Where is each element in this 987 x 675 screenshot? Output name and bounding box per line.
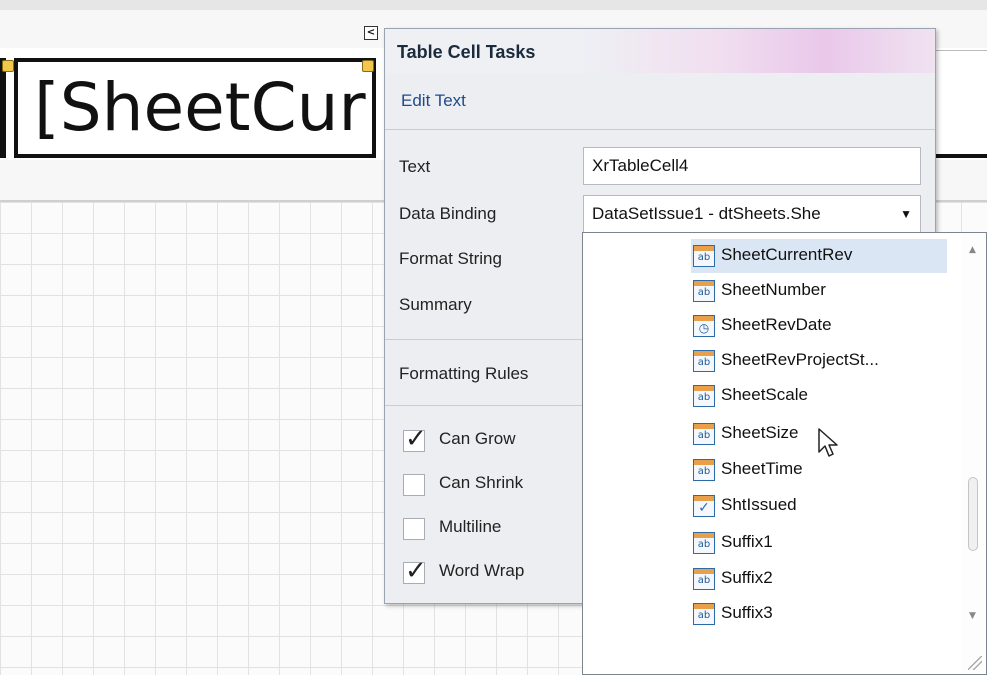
selection-handle-top-left[interactable] [2, 60, 14, 72]
adjacent-cell-edge [0, 58, 6, 158]
boolean-field-icon: ✓ [693, 495, 715, 517]
list-item-label: SheetNumber [721, 280, 826, 299]
list-item[interactable]: ✓ ShtIssued [691, 489, 947, 523]
list-item[interactable]: ab SheetNumber [691, 274, 947, 308]
list-item[interactable]: ab SheetCurrentRev [691, 239, 947, 273]
text-field-icon: ab [693, 350, 715, 372]
text-field-icon: ab [693, 532, 715, 554]
list-item[interactable]: ◷ SheetRevDate [691, 309, 947, 343]
data-binding-label: Data Binding [399, 204, 497, 223]
format-string-label: Format String [399, 249, 502, 268]
text-field-icon: ab [693, 568, 715, 590]
list-item-label: SheetTime [721, 459, 803, 478]
checkbox-label: Word Wrap [439, 561, 525, 580]
checkbox-box[interactable]: ✓ [403, 556, 427, 586]
text-field-icon: ab [693, 245, 715, 267]
list-item[interactable]: ab Suffix2 [691, 562, 947, 596]
table-cell[interactable]: [SheetCur [14, 58, 376, 158]
checkbox-label: Can Shrink [439, 473, 524, 492]
panel-header: Table Cell Tasks [385, 29, 935, 73]
data-binding-value: DataSetIssue1 - dtSheets.She [592, 204, 821, 223]
list-item-label: SheetRevProjectSt... [721, 350, 879, 369]
vertical-scrollbar[interactable]: ▲ ▼ [962, 233, 986, 674]
checkmark-icon: ✓ [405, 424, 427, 454]
list-item-label: ShtIssued [721, 495, 797, 514]
scroll-up-arrow-icon[interactable]: ▲ [969, 245, 976, 255]
list-item-label: Suffix2 [721, 568, 773, 587]
checkmark-icon: ✓ [405, 556, 427, 586]
table-top-border [930, 50, 987, 51]
datetime-field-icon: ◷ [693, 315, 715, 337]
list-item-label: Suffix3 [721, 603, 773, 622]
text-input[interactable]: XrTableCell4 [583, 147, 921, 185]
dropdown-arrow-icon[interactable]: ▼ [900, 196, 912, 232]
data-binding-dropdown-list[interactable]: ab SheetCurrentRev ab SheetNumber ◷ Shee… [582, 232, 987, 675]
edit-text-link[interactable]: Edit Text [401, 91, 466, 111]
mouse-cursor-icon [818, 428, 838, 457]
text-field-icon: ab [693, 423, 715, 445]
text-field-icon: ab [693, 459, 715, 481]
scrollbar-thumb[interactable] [968, 477, 978, 551]
text-field-icon: ab [693, 280, 715, 302]
selection-handle-top-right[interactable] [362, 60, 374, 72]
list-item[interactable]: ab Suffix3 [691, 597, 947, 631]
table-bottom-border [930, 154, 987, 158]
data-binding-combo[interactable]: DataSetIssue1 - dtSheets.She ▼ [583, 195, 921, 233]
text-label: Text [399, 157, 431, 176]
list-item-label: Suffix1 [721, 532, 773, 551]
table-cell-text: [SheetCur [34, 69, 366, 146]
checkbox-box[interactable] [403, 474, 425, 496]
list-item-label: SheetCurrentRev [721, 245, 853, 264]
checkbox-label: Multiline [439, 517, 502, 536]
smart-tag-collapse-button[interactable]: < [364, 26, 378, 40]
list-item-label: SheetRevDate [721, 315, 832, 334]
list-item[interactable]: ab SheetScale [691, 379, 947, 413]
text-field-icon: ab [693, 603, 715, 625]
checkbox-label: Can Grow [439, 429, 516, 448]
top-strip [0, 0, 987, 10]
summary-label: Summary [399, 295, 472, 314]
checkbox-box[interactable]: ✓ [403, 424, 427, 454]
text-field-icon: ab [693, 385, 715, 407]
resize-grip-icon[interactable] [968, 656, 982, 670]
list-item-label: SheetSize [721, 423, 799, 442]
list-item[interactable]: ab SheetRevProjectSt... [691, 344, 947, 378]
list-item-label: SheetScale [721, 385, 808, 404]
list-item[interactable]: ab Suffix1 [691, 526, 947, 560]
panel-title: Table Cell Tasks [397, 42, 536, 62]
scroll-down-arrow-icon[interactable]: ▼ [969, 611, 976, 621]
formatting-rules-label: Formatting Rules [399, 364, 529, 383]
panel-divider [385, 129, 935, 130]
checkbox-box[interactable] [403, 518, 425, 540]
